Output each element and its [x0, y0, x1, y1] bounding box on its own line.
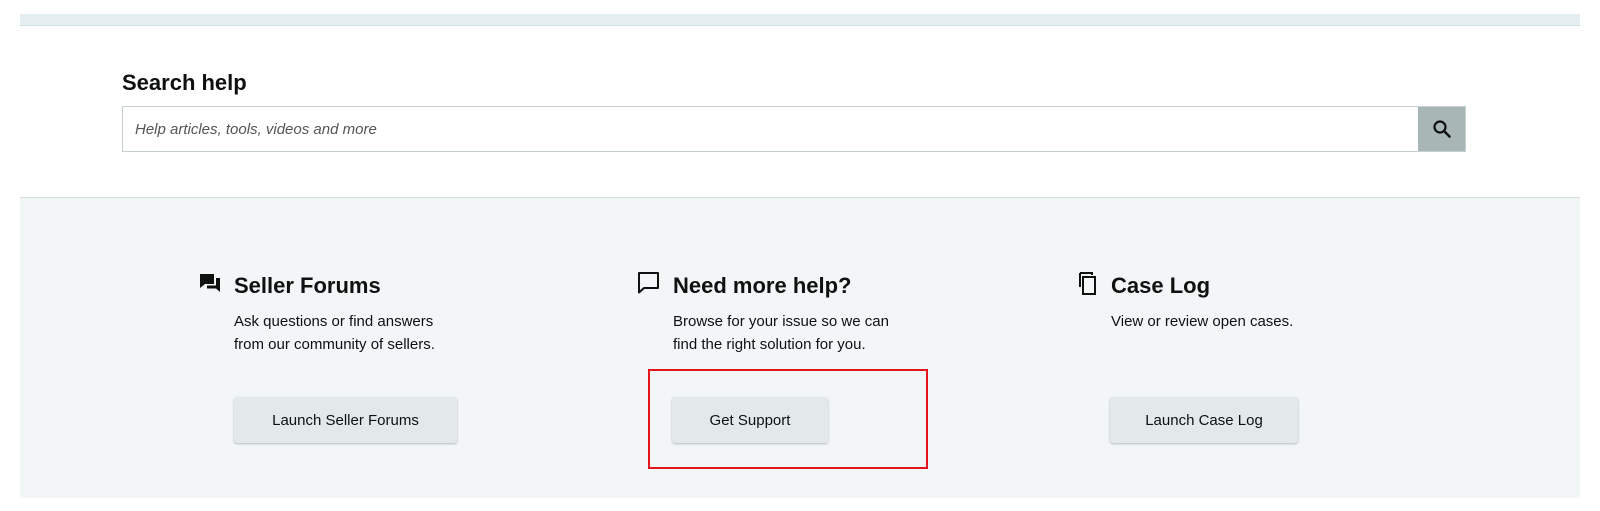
top-banner-strip — [20, 14, 1580, 26]
need-more-help-title: Need more help? — [673, 273, 852, 298]
need-more-help-description-line: Browse for your issue so we can — [673, 313, 889, 330]
search-input[interactable] — [123, 107, 1418, 151]
search-bar — [122, 106, 1466, 152]
case-log-description-line: View or review open cases. — [1111, 313, 1294, 330]
launch-seller-forums-button[interactable]: Launch Seller Forums — [234, 397, 457, 443]
seller-forums-title: Seller Forums — [234, 273, 381, 298]
seller-forums-description-line: Ask questions or find answers — [234, 313, 434, 330]
seller-forums-description-line: from our community of sellers. — [234, 336, 435, 353]
search-icon — [1432, 120, 1451, 138]
forum-icon — [200, 274, 220, 292]
search-button[interactable] — [1418, 107, 1465, 151]
launch-case-log-button[interactable]: Launch Case Log — [1110, 397, 1298, 443]
case-log-description: View or review open cases. — [1111, 310, 1293, 333]
copy-icon — [1079, 272, 1096, 295]
need-more-help-description: Browse for your issue so we can find the… — [673, 310, 889, 356]
search-help-heading: Search help — [122, 70, 247, 95]
chat-bubble-icon — [638, 272, 659, 294]
case-log-title: Case Log — [1111, 273, 1211, 298]
need-more-help-description-line: find the right solution for you. — [673, 336, 866, 353]
seller-forums-description: Ask questions or find answers from our c… — [234, 310, 435, 356]
help-options-panel: Seller Forums Ask questions or find answ… — [20, 197, 1580, 498]
get-support-button[interactable]: Get Support — [672, 397, 828, 443]
